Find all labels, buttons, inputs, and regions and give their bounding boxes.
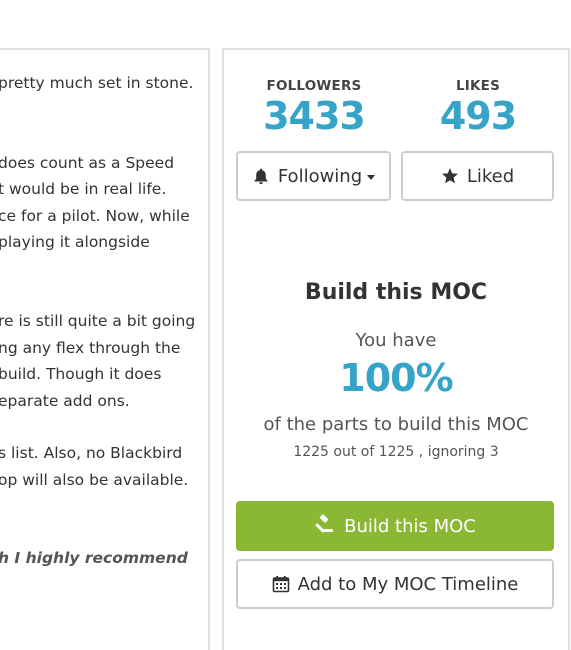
description-line: eparate add ons. <box>0 392 130 410</box>
chevron-down-icon <box>367 174 376 180</box>
parts-description: of the parts to build this MOC <box>263 414 529 435</box>
build-this-moc-button[interactable]: Build this MOC <box>236 501 554 551</box>
description-line: build. Though it does <box>0 365 162 383</box>
following-button[interactable]: Following <box>236 151 391 201</box>
description-line: ce for a pilot. Now, while <box>0 207 190 225</box>
parts-count: 1225 out of 1225 , ignoring 3 <box>293 444 499 460</box>
description-line: does count as a Speed <box>0 154 175 172</box>
description-line: s list. Also, no Blackbird <box>0 444 183 462</box>
build-section-title: Build this MOC <box>304 280 488 305</box>
following-label: Following <box>277 165 363 187</box>
liked-button[interactable]: Liked <box>401 151 554 201</box>
moc-description-panel: pretty much set in stone. does count as … <box>0 48 210 650</box>
likes-label: LIKES <box>455 78 501 94</box>
description-line: t would be in real life. <box>0 180 167 198</box>
description-line: playing it alongside <box>0 233 150 251</box>
timeline-button-label: Add to My MOC Timeline <box>297 573 519 595</box>
description-line: ng any flex through the <box>0 339 181 357</box>
followers-count: 3433 <box>263 94 366 138</box>
you-have-text: You have <box>355 330 437 351</box>
description-line: pretty much set in stone. <box>0 74 194 92</box>
liked-label: Liked <box>466 165 515 187</box>
moc-sidebar-panel: FOLLOWERS 3433 LIKES 493 Following Liked… <box>222 48 570 650</box>
add-to-timeline-button[interactable]: Add to My MOC Timeline <box>236 559 554 609</box>
star-icon <box>441 167 459 185</box>
likes-count: 493 <box>439 94 517 138</box>
description-line: op will also be available. <box>0 471 189 489</box>
description-line: h I highly recommend <box>0 549 188 567</box>
description-line: re is still quite a bit going <box>0 312 196 330</box>
bell-icon <box>252 167 270 185</box>
followers-label: FOLLOWERS <box>266 78 362 94</box>
gavel-icon <box>314 513 334 539</box>
parts-percent: 100% <box>339 356 453 400</box>
calendar-icon <box>272 575 290 593</box>
build-button-label: Build this MOC <box>344 515 476 537</box>
